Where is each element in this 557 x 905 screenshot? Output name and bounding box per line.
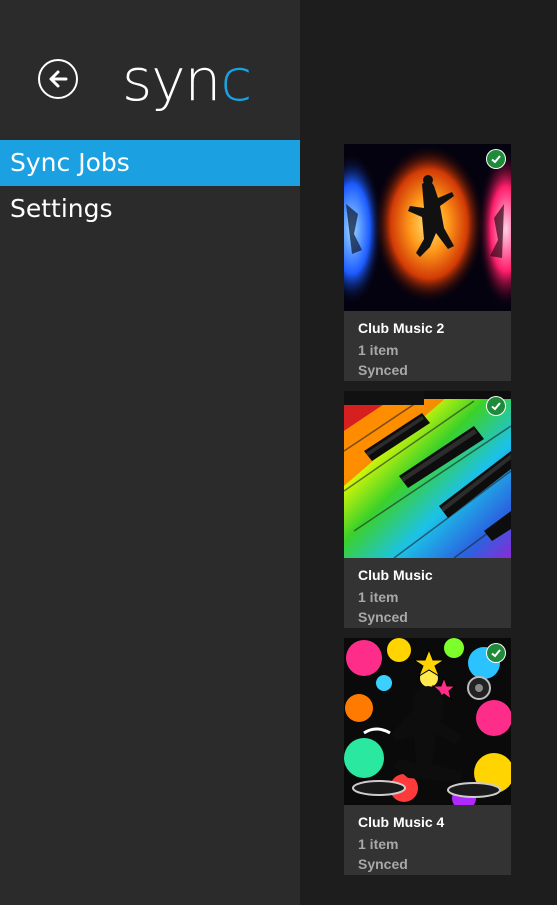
- job-status: Synced: [358, 856, 408, 872]
- app-title-accent: c: [220, 46, 252, 114]
- sidebar: sync Sync Jobs Settings: [0, 0, 300, 905]
- job-item-count: 1 item: [358, 836, 399, 852]
- check-icon: [491, 402, 501, 411]
- sync-job-tile[interactable]: Club Music 1 item Synced: [344, 391, 511, 628]
- app-title: sync: [122, 40, 252, 120]
- synced-check-badge: [486, 149, 506, 169]
- sync-job-tile[interactable]: Club Music 2 1 item Synced: [344, 144, 511, 381]
- job-item-count: 1 item: [358, 589, 399, 605]
- job-title: Club Music 4: [358, 814, 445, 830]
- nav-item-settings[interactable]: Settings: [0, 186, 300, 232]
- job-title: Club Music: [358, 567, 433, 583]
- job-status: Synced: [358, 362, 408, 378]
- sync-job-tile[interactable]: Club Music 4 1 item Synced: [344, 638, 511, 875]
- nav-item-sync-jobs[interactable]: Sync Jobs: [0, 140, 300, 186]
- job-item-count: 1 item: [358, 342, 399, 358]
- nav-menu: Sync Jobs Settings: [0, 140, 300, 232]
- synced-check-badge: [486, 643, 506, 663]
- synced-check-badge: [486, 396, 506, 416]
- back-arrow-icon: [49, 70, 68, 88]
- check-icon: [491, 155, 501, 164]
- job-status: Synced: [358, 609, 408, 625]
- rainbow-piano-keys-image: [344, 391, 511, 558]
- back-button[interactable]: [38, 59, 78, 99]
- dancer-fire-image: [344, 144, 511, 311]
- app-title-main: syn: [122, 46, 221, 114]
- check-icon: [491, 649, 501, 658]
- job-title: Club Music 2: [358, 320, 445, 336]
- dj-silhouette-image: [344, 638, 511, 805]
